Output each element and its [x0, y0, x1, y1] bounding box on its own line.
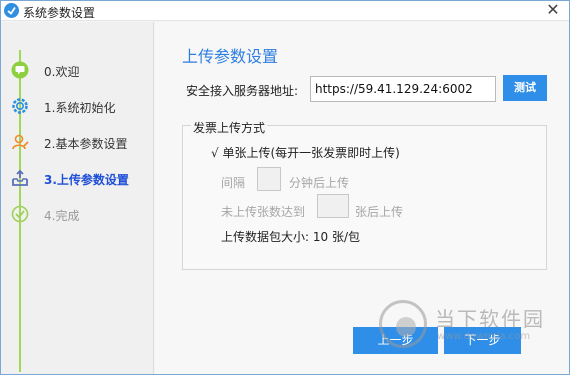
interval-label: 间隔	[221, 176, 246, 190]
watermark-text: 当下软件园	[435, 307, 545, 331]
step-label: 2.基本参数设置	[44, 137, 128, 151]
chat-bubble-icon	[11, 61, 29, 79]
settings-window: 系统参数设置 ✕ 0.欢迎 1.系统初始化 2.基本参数设置 3.上传参数设置 …	[0, 0, 570, 375]
step-label: 3.上传参数设置	[44, 173, 129, 187]
step-finish[interactable]: 4.完成	[9, 204, 154, 226]
step-basic-params[interactable]: 2.基本参数设置	[9, 132, 154, 154]
gear-icon	[11, 97, 29, 115]
count-input[interactable]	[317, 194, 349, 218]
interval-suffix: 分钟后上传	[289, 176, 350, 190]
close-button[interactable]: ✕	[543, 1, 563, 19]
watermark-logo-icon	[379, 300, 427, 348]
count-label: 未上传张数达到	[221, 205, 306, 219]
title-bar: 系统参数设置 ✕	[1, 1, 569, 21]
step-label: 4.完成	[44, 209, 80, 223]
user-edit-icon	[11, 133, 29, 151]
server-address-label: 安全接入服务器地址:	[186, 84, 299, 98]
server-address-input[interactable]	[310, 76, 496, 102]
wizard-steps-sidebar: 0.欢迎 1.系统初始化 2.基本参数设置 3.上传参数设置 4.完成	[1, 22, 154, 374]
upload-mode-group: 发票上传方式 √ 单张上传(每开一张发票即时上传) 间隔 分钟后上传 未上传张数…	[182, 119, 547, 270]
step-upload-params[interactable]: 3.上传参数设置	[9, 168, 154, 190]
count-suffix: 张后上传	[355, 205, 404, 219]
watermark-url: www.downxia.com	[437, 331, 531, 342]
window-title: 系统参数设置	[23, 6, 96, 20]
test-button[interactable]: 测试	[503, 75, 547, 101]
step-system-init[interactable]: 1.系统初始化	[9, 96, 154, 118]
watermark: 当下软件园 www.downxia.com	[379, 297, 569, 351]
check-circle-icon	[11, 205, 29, 223]
step-welcome[interactable]: 0.欢迎	[9, 60, 154, 82]
packet-size-text: 上传数据包大小: 10 张/包	[221, 230, 360, 244]
app-logo-icon	[4, 3, 19, 18]
page-title: 上传参数设置	[182, 47, 279, 66]
step-label: 1.系统初始化	[44, 101, 116, 115]
single-upload-option[interactable]: √ 单张上传(每开一张发票即时上传)	[211, 144, 400, 161]
interval-input[interactable]	[257, 167, 281, 191]
group-title: 发票上传方式	[191, 119, 268, 136]
step-label: 0.欢迎	[44, 65, 80, 79]
upload-tray-icon	[11, 169, 29, 187]
